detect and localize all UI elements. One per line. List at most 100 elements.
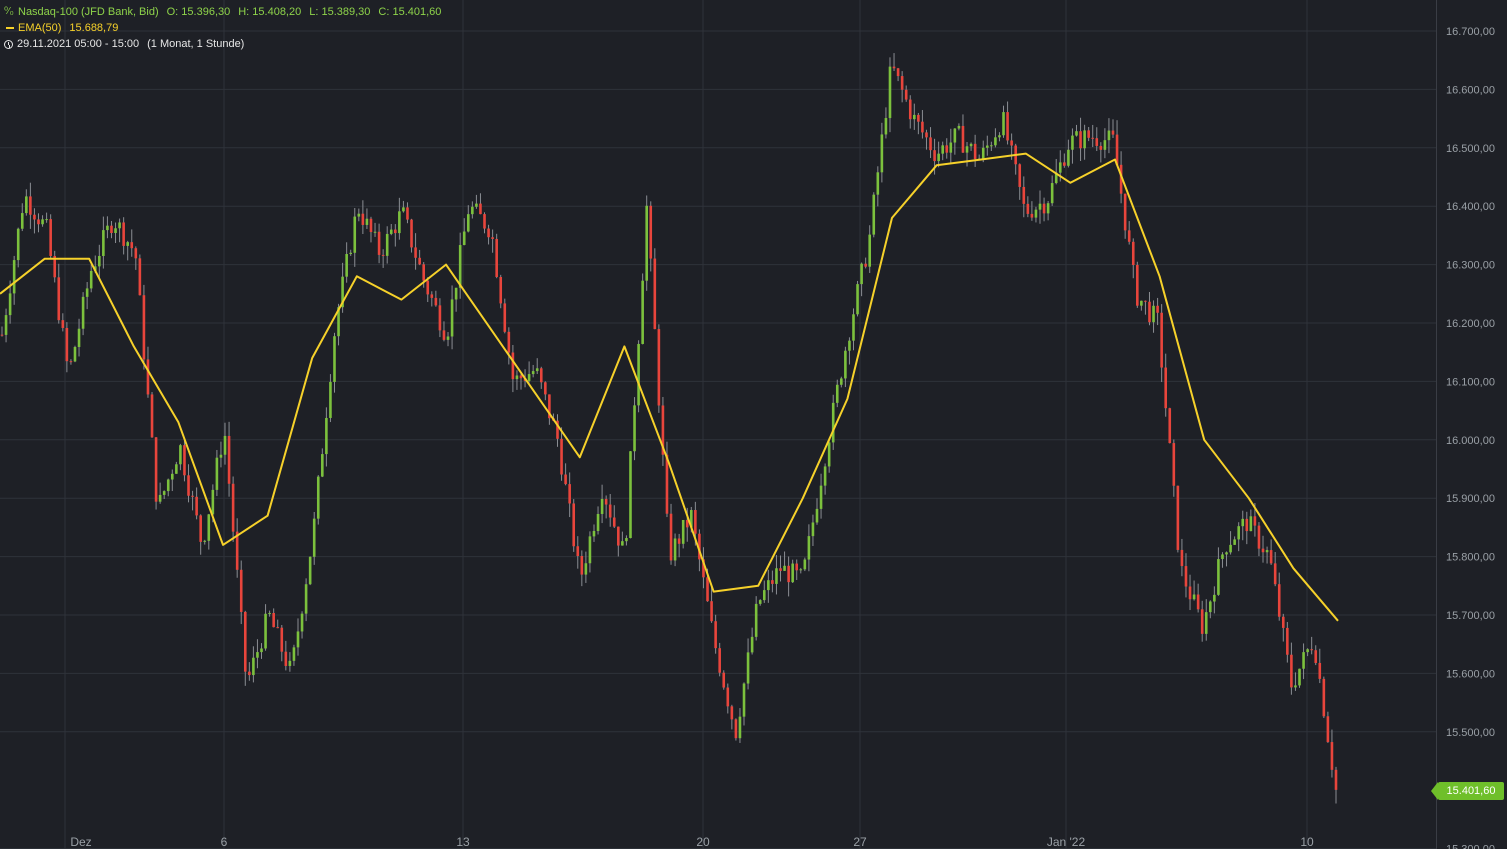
- candle-down: [503, 303, 506, 331]
- candle-up: [1241, 519, 1244, 526]
- y-tick-label: 15.500,00: [1446, 727, 1495, 739]
- candle-down: [29, 196, 32, 214]
- candle-up: [739, 717, 742, 739]
- candle-up: [447, 336, 450, 339]
- y-tick-label: 15.900,00: [1446, 493, 1495, 505]
- candle-up: [812, 522, 815, 536]
- candle-down: [418, 258, 421, 265]
- candle-down: [544, 382, 547, 394]
- candle-down: [666, 455, 669, 514]
- candle-down: [1181, 550, 1184, 566]
- y-tick-label: 15.800,00: [1446, 552, 1495, 564]
- candle-down: [1197, 595, 1200, 610]
- candle-up: [645, 206, 648, 281]
- legend-instrument-row: ⁰⁄₀ Nasdaq-100 (JFD Bank, Bid) O: 15.396…: [4, 4, 441, 20]
- candle-up: [516, 376, 519, 380]
- price-chart[interactable]: 16.700,0016.600,0016.500,0016.400,0016.3…: [0, 0, 1507, 849]
- candle-up: [13, 260, 16, 293]
- candle-down: [1314, 650, 1317, 663]
- candle-up: [791, 564, 794, 583]
- candle-up: [398, 211, 401, 233]
- candle-up: [1067, 150, 1070, 166]
- clock-icon: [4, 40, 13, 49]
- candle-down: [443, 330, 446, 340]
- legend-close: C: 15.401,60: [378, 4, 441, 20]
- candle-down: [143, 295, 146, 359]
- candle-up: [301, 614, 304, 632]
- candle-down: [195, 497, 198, 516]
- candle-up: [345, 254, 348, 277]
- candle-up: [106, 226, 109, 230]
- candle-up: [21, 213, 24, 229]
- candle-down: [576, 546, 579, 556]
- candle-up: [321, 454, 324, 477]
- candle-up: [885, 118, 888, 134]
- candle-up: [264, 614, 267, 649]
- candle-down: [1079, 131, 1082, 148]
- candle-up: [759, 600, 762, 604]
- candle-up: [252, 658, 255, 675]
- candle-up: [763, 590, 766, 600]
- candle-up: [163, 491, 166, 495]
- candle-down: [917, 115, 920, 122]
- candle-up: [98, 256, 101, 266]
- candle-down: [945, 145, 948, 152]
- y-tick-label: 16.200,00: [1446, 318, 1495, 330]
- candle-down: [147, 359, 150, 394]
- candle-up: [333, 336, 336, 382]
- candle-up: [289, 661, 292, 666]
- candle-up: [844, 351, 847, 379]
- candle-down: [191, 496, 194, 497]
- candle-down: [49, 219, 52, 256]
- candle-down: [512, 353, 515, 380]
- candle-up: [167, 479, 170, 491]
- candle-up: [1051, 183, 1054, 203]
- candle-up: [966, 146, 969, 152]
- y-tick-label: 16.500,00: [1446, 143, 1495, 155]
- candle-down: [564, 475, 567, 485]
- candle-up: [216, 458, 219, 490]
- candle-down: [1063, 162, 1066, 165]
- x-tick-label: Jan '22: [1047, 835, 1086, 849]
- candle-down: [1282, 617, 1285, 628]
- ema-swatch: [6, 27, 14, 29]
- candle-down: [1278, 584, 1281, 617]
- candle-up: [293, 647, 296, 660]
- candle-up: [1213, 595, 1216, 602]
- candle-down: [1156, 306, 1159, 313]
- candle-up: [1294, 685, 1297, 687]
- candle-down: [199, 515, 202, 541]
- candle-up: [224, 436, 227, 455]
- candle-up: [102, 230, 105, 256]
- candle-down: [678, 538, 681, 543]
- candle-up: [994, 137, 997, 145]
- candle-down: [1124, 194, 1127, 231]
- candle-down: [57, 277, 60, 320]
- candle-up: [463, 232, 466, 246]
- candle-up: [5, 315, 8, 335]
- bars-icon: ⁰⁄₀: [4, 4, 16, 20]
- candle-down: [1100, 146, 1103, 150]
- candle-down: [1177, 486, 1180, 550]
- candle-down: [726, 688, 729, 707]
- candle-up: [804, 560, 807, 570]
- candle-up: [836, 385, 839, 403]
- candle-down: [483, 214, 486, 228]
- candle-up: [998, 135, 1001, 137]
- candle-up: [990, 145, 993, 146]
- candle-up: [309, 557, 312, 584]
- x-tick-label: 10: [1300, 835, 1314, 849]
- candle-down: [62, 320, 65, 328]
- candle-down: [414, 247, 417, 257]
- candle-down: [933, 150, 936, 161]
- candle-up: [268, 613, 271, 614]
- candle-down: [974, 144, 977, 159]
- candle-up: [840, 378, 843, 384]
- candle-up: [297, 631, 300, 647]
- candle-down: [735, 719, 738, 738]
- candle-up: [970, 144, 973, 146]
- candle-down: [1136, 265, 1139, 306]
- candle-up: [767, 580, 770, 590]
- candle-up: [747, 652, 750, 683]
- candle-up: [126, 242, 129, 246]
